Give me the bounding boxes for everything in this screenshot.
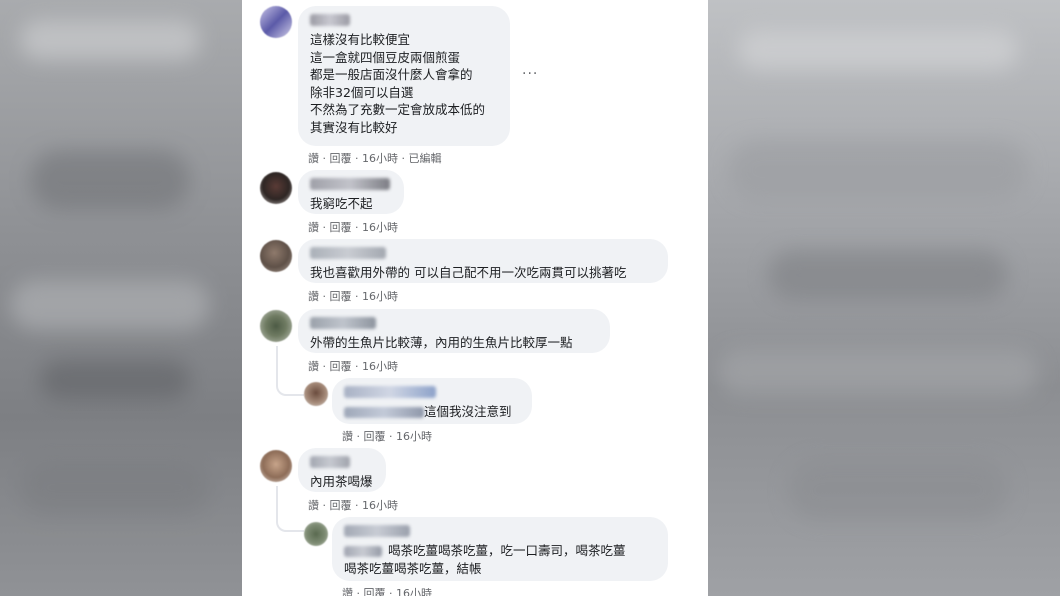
more-options-icon[interactable]: ···	[522, 66, 538, 82]
comment-text: 喝茶吃薑喝茶吃薑，吃一口壽司，喝茶吃薑 喝茶吃薑喝茶吃薑，結帳	[344, 542, 656, 577]
timestamp[interactable]: 16小時	[362, 499, 398, 512]
reply-thread-line	[276, 486, 304, 532]
comment-text: 這個我沒注意到	[344, 403, 520, 421]
timestamp[interactable]: 16小時	[396, 430, 432, 443]
author-name-blurred[interactable]	[310, 247, 386, 259]
reply-link[interactable]: 回覆	[330, 290, 352, 303]
comment-bubble: 內用茶喝爆	[298, 448, 386, 492]
avatar[interactable]	[304, 382, 328, 406]
comment-bubble: 我窮吃不起	[298, 170, 404, 214]
comment-actions: 讚 · 回覆 · 16小時	[308, 290, 398, 303]
edited-label: 已編輯	[408, 152, 442, 165]
comment-bubble: 這個我沒注意到	[332, 378, 532, 424]
avatar[interactable]	[304, 522, 328, 546]
comment-actions: 讚 · 回覆 · 16小時	[342, 430, 432, 443]
comment-text: 我也喜歡用外帶的 可以自己配不用一次吃兩貫可以挑著吃	[310, 265, 627, 280]
comment-actions: 讚 · 回覆 · 16小時 · 已編輯	[308, 152, 442, 165]
comment-bubble: 我也喜歡用外帶的 可以自己配不用一次吃兩貫可以挑著吃	[298, 239, 668, 283]
avatar[interactable]	[260, 6, 292, 38]
author-name-blurred[interactable]	[310, 14, 350, 26]
comment-actions: 讚 · 回覆 · 16小時	[308, 221, 398, 234]
reply-text: 喝茶吃薑喝茶吃薑，吃一口壽司，喝茶吃薑 喝茶吃薑喝茶吃薑，結帳	[344, 543, 626, 576]
reply-link[interactable]: 回覆	[330, 152, 352, 165]
author-name-blurred[interactable]	[310, 178, 390, 190]
like-link[interactable]: 讚	[308, 499, 319, 512]
reply-link[interactable]: 回覆	[330, 360, 352, 373]
like-link[interactable]: 讚	[342, 430, 353, 443]
comment-actions: 讚 · 回覆 · 16小時	[308, 360, 398, 373]
like-link[interactable]: 讚	[308, 360, 319, 373]
timestamp[interactable]: 16小時	[362, 152, 398, 165]
timestamp[interactable]: 16小時	[396, 587, 432, 596]
comment-bubble: 喝茶吃薑喝茶吃薑，吃一口壽司，喝茶吃薑 喝茶吃薑喝茶吃薑，結帳	[332, 517, 668, 581]
timestamp[interactable]: 16小時	[362, 221, 398, 234]
reply-link[interactable]: 回覆	[330, 499, 352, 512]
timestamp[interactable]: 16小時	[362, 290, 398, 303]
comment-actions: 讚 · 回覆 · 16小時	[308, 499, 398, 512]
author-name-blurred[interactable]	[310, 317, 376, 329]
like-link[interactable]: 讚	[342, 587, 353, 596]
avatar[interactable]	[260, 450, 292, 482]
comment-bubble: 外帶的生魚片比較薄，內用的生魚片比較厚一點	[298, 309, 610, 353]
comment-text: 內用茶喝爆	[310, 474, 373, 489]
comment-text: 外帶的生魚片比較薄，內用的生魚片比較厚一點	[310, 335, 573, 350]
avatar[interactable]	[260, 310, 292, 342]
comment-bubble: 這樣沒有比較便宜 這一盒就四個豆皮兩個煎蛋 都是一般店面沒什麼人會拿的 除非32…	[298, 6, 510, 146]
reply-thread-line	[276, 346, 304, 396]
comments-panel: 這樣沒有比較便宜 這一盒就四個豆皮兩個煎蛋 都是一般店面沒什麼人會拿的 除非32…	[242, 0, 708, 596]
reply-text: 這個我沒注意到	[424, 404, 512, 419]
like-link[interactable]: 讚	[308, 290, 319, 303]
comment-text: 我窮吃不起	[310, 196, 373, 211]
like-link[interactable]: 讚	[308, 152, 319, 165]
author-name-blurred[interactable]	[310, 456, 350, 468]
blurred-background-left	[0, 0, 242, 596]
reply-link[interactable]: 回覆	[364, 430, 386, 443]
avatar[interactable]	[260, 240, 292, 272]
mention-blurred[interactable]	[344, 546, 382, 557]
author-name-blurred[interactable]	[344, 386, 436, 398]
avatar[interactable]	[260, 172, 292, 204]
mention-blurred[interactable]	[344, 407, 424, 418]
comment-text: 這樣沒有比較便宜 這一盒就四個豆皮兩個煎蛋 都是一般店面沒什麼人會拿的 除非32…	[310, 32, 486, 135]
blurred-background-right	[708, 0, 1060, 596]
comment-actions: 讚 · 回覆 · 16小時	[342, 585, 432, 596]
like-link[interactable]: 讚	[308, 221, 319, 234]
author-name-blurred[interactable]	[344, 525, 410, 537]
reply-link[interactable]: 回覆	[364, 587, 386, 596]
timestamp[interactable]: 16小時	[362, 360, 398, 373]
reply-link[interactable]: 回覆	[330, 221, 352, 234]
